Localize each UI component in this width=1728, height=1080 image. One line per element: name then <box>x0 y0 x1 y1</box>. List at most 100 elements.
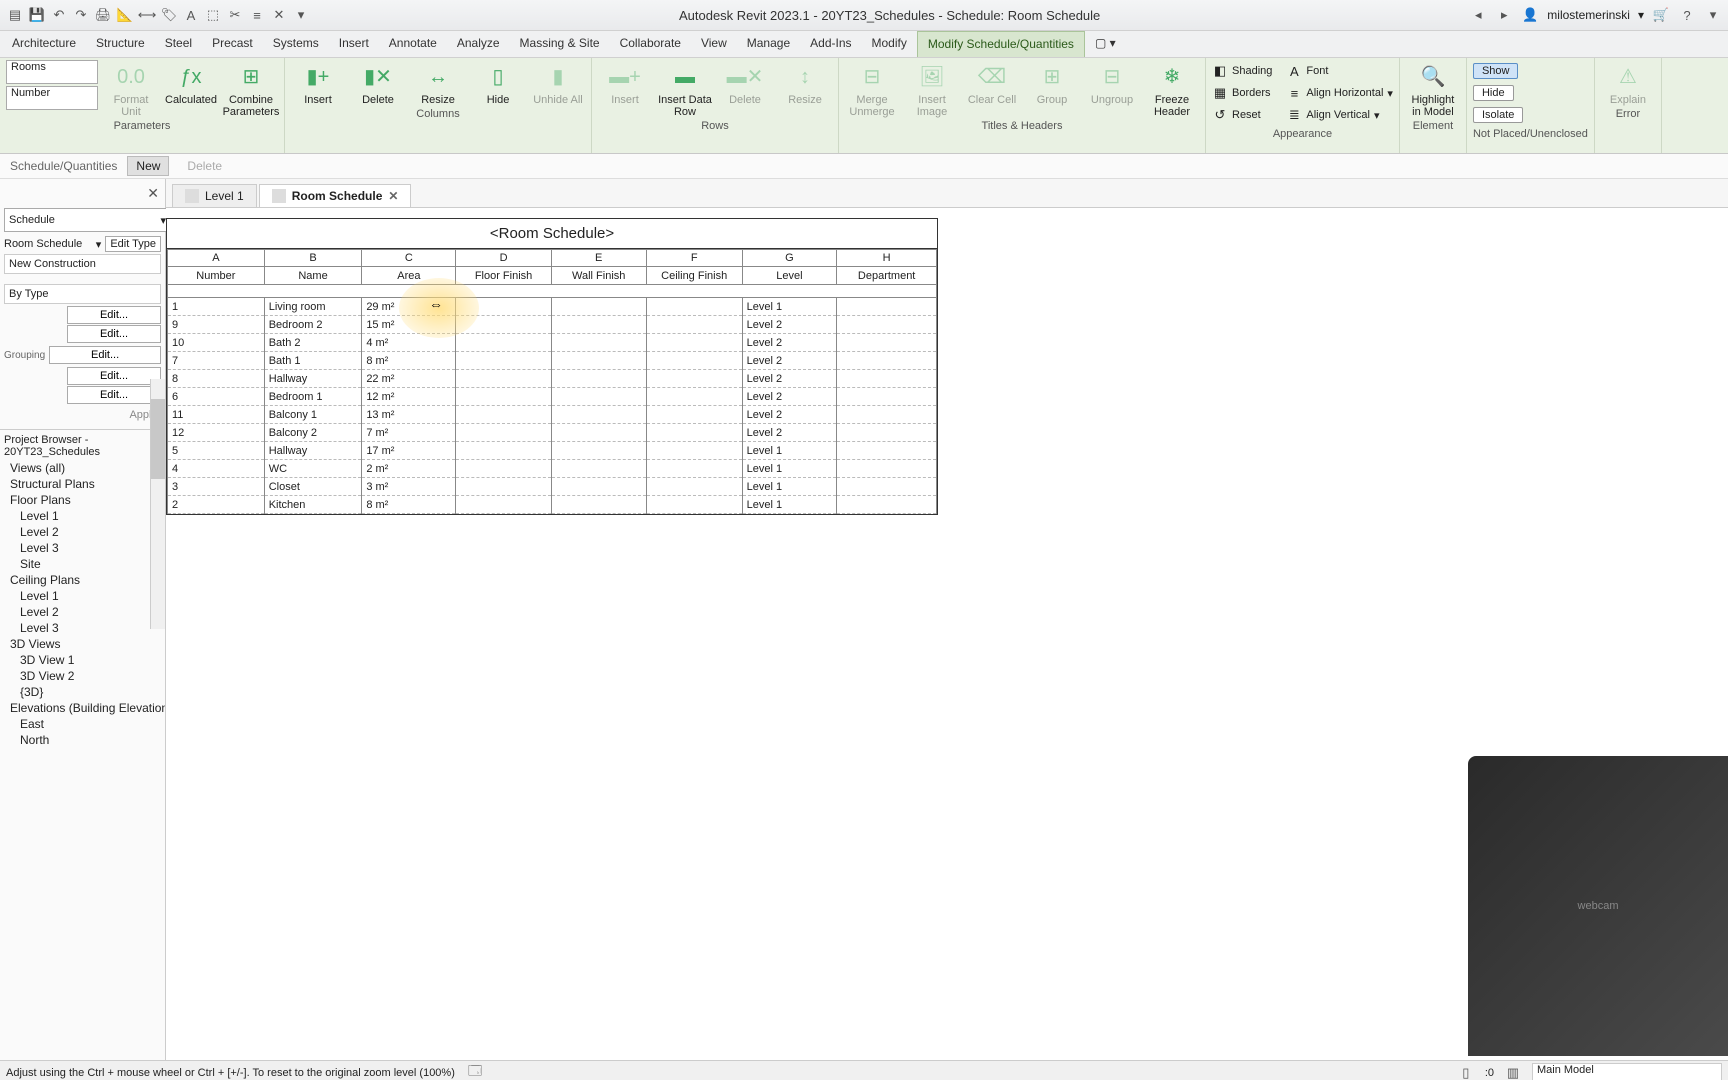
edit-button-3[interactable]: Edit... <box>49 346 161 364</box>
tab-room-schedule[interactable]: Room Schedule✕ <box>259 184 412 207</box>
cell[interactable] <box>646 460 742 478</box>
table-row[interactable]: 3Closet3 m²Level 1 <box>168 478 937 496</box>
schedule-title[interactable]: <Room Schedule> <box>167 219 937 249</box>
column-header[interactable]: Number <box>168 267 265 285</box>
field-dropdown[interactable]: Number <box>6 86 98 110</box>
ungroup-button[interactable]: ⊟Ungroup <box>1085 60 1139 106</box>
cell[interactable] <box>837 496 937 514</box>
select-icon[interactable]: ▯ <box>1457 1064 1475 1080</box>
cell[interactable] <box>837 424 937 442</box>
type-selector[interactable]: Schedule▾ <box>4 208 171 232</box>
app-menu-icon[interactable]: ▤ <box>6 6 24 24</box>
ribbon-tab-massing-site[interactable]: Massing & Site <box>510 31 610 57</box>
ribbon-tab-precast[interactable]: Precast <box>202 31 263 57</box>
cell[interactable]: Level 1 <box>742 478 837 496</box>
ribbon-tab-analyze[interactable]: Analyze <box>447 31 510 57</box>
browser-item[interactable]: Level 2 <box>0 524 165 540</box>
ribbon-tab-add-ins[interactable]: Add-Ins <box>800 31 861 57</box>
column-letter[interactable]: B <box>264 250 362 267</box>
cell[interactable]: Level 1 <box>742 496 837 514</box>
browser-item[interactable]: Level 1 <box>0 508 165 524</box>
ribbon-tab-manage[interactable]: Manage <box>737 31 800 57</box>
row-datarow-button[interactable]: ▬Insert Data Row <box>658 60 712 118</box>
cell[interactable] <box>646 370 742 388</box>
cell[interactable]: Level 2 <box>742 388 837 406</box>
cell[interactable]: 17 m² <box>362 442 456 460</box>
cell[interactable]: 1 <box>168 298 265 316</box>
insert-image-button[interactable]: 🖼Insert Image <box>905 60 959 118</box>
cell[interactable] <box>551 442 646 460</box>
view3d-icon[interactable]: ⬚ <box>204 6 222 24</box>
browser-item[interactable]: Site <box>0 556 165 572</box>
cell[interactable]: Balcony 2 <box>264 424 362 442</box>
scrollbar-thumb[interactable] <box>151 399 165 479</box>
cell[interactable]: WC <box>264 460 362 478</box>
cell[interactable] <box>456 298 551 316</box>
col-hide-button[interactable]: ▯Hide <box>471 60 525 106</box>
section-icon[interactable]: ✂ <box>226 6 244 24</box>
show-button[interactable]: Show <box>1473 63 1519 79</box>
table-row[interactable]: 5Hallway17 m²Level 1 <box>168 442 937 460</box>
browser-item[interactable]: Floor Plans <box>0 492 165 508</box>
clear-cell-button[interactable]: ⌫Clear Cell <box>965 60 1019 106</box>
cell[interactable] <box>646 316 742 334</box>
cell[interactable] <box>456 442 551 460</box>
row-delete-button[interactable]: ▬✕Delete <box>718 60 772 106</box>
cell[interactable] <box>551 424 646 442</box>
cell[interactable] <box>456 334 551 352</box>
delete-button[interactable]: Delete <box>179 157 230 175</box>
cell[interactable]: Kitchen <box>264 496 362 514</box>
cell[interactable] <box>551 298 646 316</box>
col-insert-button[interactable]: ▮+Insert <box>291 60 345 106</box>
phase-value[interactable]: New Construction <box>4 254 161 274</box>
table-row[interactable]: 6Bedroom 112 m²Level 2 <box>168 388 937 406</box>
freeze-header-button[interactable]: ❄Freeze Header <box>1145 60 1199 118</box>
cell[interactable] <box>646 424 742 442</box>
group-button[interactable]: ⊞Group <box>1025 60 1079 106</box>
cell[interactable]: Hallway <box>264 442 362 460</box>
cell[interactable]: 10 <box>168 334 265 352</box>
cell[interactable] <box>551 316 646 334</box>
cell[interactable] <box>551 406 646 424</box>
calculated-button[interactable]: ƒxCalculated <box>164 60 218 106</box>
browser-item[interactable]: 3D View 2 <box>0 668 165 684</box>
apply-button[interactable]: Apply <box>4 405 161 425</box>
cell[interactable]: 6 <box>168 388 265 406</box>
cell[interactable] <box>551 352 646 370</box>
user-caret[interactable]: ▾ <box>1638 8 1644 22</box>
column-letter[interactable]: D <box>456 250 551 267</box>
cell[interactable]: 4 m² <box>362 334 456 352</box>
cell[interactable]: 8 <box>168 370 265 388</box>
dim-icon[interactable]: ⟷ <box>138 6 156 24</box>
cell[interactable] <box>646 298 742 316</box>
align-vertical-button[interactable]: ≣Align Vertical ▾ <box>1286 104 1393 126</box>
row-resize-button[interactable]: ↕Resize <box>778 60 832 106</box>
cell[interactable] <box>456 406 551 424</box>
cell[interactable]: 15 m² <box>362 316 456 334</box>
isolate-button[interactable]: Isolate <box>1473 107 1523 123</box>
reset-button[interactable]: ↺Reset <box>1212 104 1272 126</box>
col-resize-button[interactable]: ↔Resize <box>411 60 465 106</box>
close-tab-icon[interactable]: ✕ <box>388 189 398 203</box>
cell[interactable]: Level 1 <box>742 298 837 316</box>
col-delete-button[interactable]: ▮✕Delete <box>351 60 405 106</box>
bytype-value[interactable]: By Type <box>4 284 161 304</box>
scrollbar[interactable] <box>150 379 165 629</box>
cell[interactable] <box>551 370 646 388</box>
column-letter[interactable]: C <box>362 250 456 267</box>
table-row[interactable]: 12Balcony 27 m²Level 2 <box>168 424 937 442</box>
borders-button[interactable]: ▦Borders <box>1212 82 1272 104</box>
cell[interactable]: 12 m² <box>362 388 456 406</box>
table-row[interactable]: 2Kitchen8 m²Level 1 <box>168 496 937 514</box>
cell[interactable]: 7 m² <box>362 424 456 442</box>
cell[interactable] <box>837 316 937 334</box>
cell[interactable]: 5 <box>168 442 265 460</box>
col-unhide-button[interactable]: ▮Unhide All <box>531 60 585 106</box>
schedule-table[interactable]: ABCDEFGH NumberNameAreaFloor FinishWall … <box>167 249 937 514</box>
tab-level1[interactable]: Level 1 <box>172 184 257 207</box>
cell[interactable] <box>456 316 551 334</box>
cell[interactable] <box>646 478 742 496</box>
browser-item[interactable]: Level 2 <box>0 604 165 620</box>
switch-windows-icon[interactable]: ▾ <box>292 6 310 24</box>
ribbon-tab-insert[interactable]: Insert <box>329 31 379 57</box>
